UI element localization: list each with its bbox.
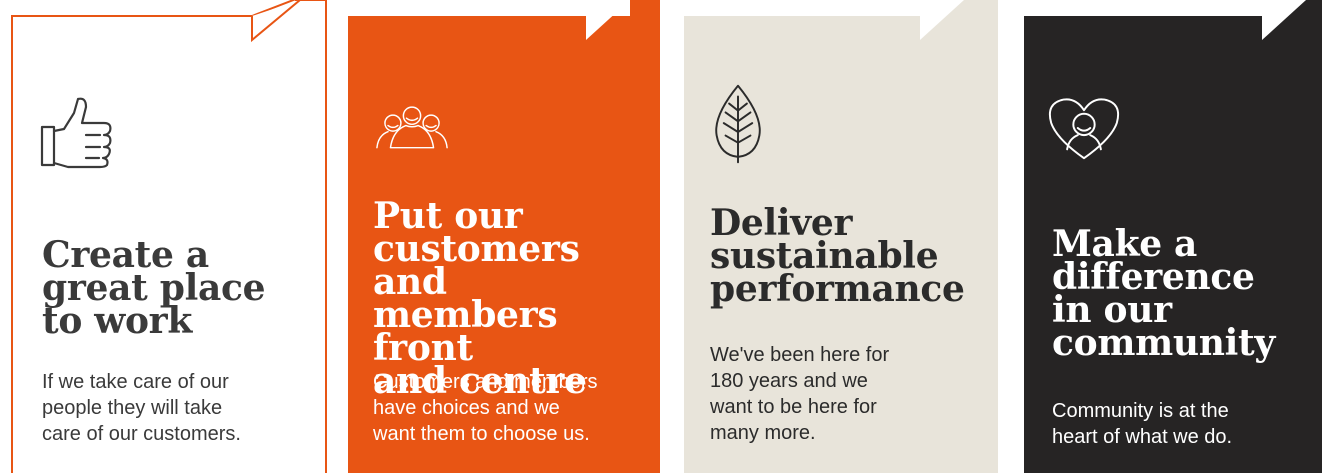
leaf-icon [698, 84, 778, 164]
card-body: If we take care of our people they will … [42, 371, 241, 445]
card-customers-front-and-centre: Put our customers and members front and … [348, 0, 660, 473]
card-sustainable-performance: Deliver sustainable performance We've be… [684, 0, 998, 473]
card-title: Make a difference in our community [1052, 223, 1275, 364]
card-community: Make a difference in our community Commu… [1024, 0, 1322, 473]
card-body: Community is at the heart of what we do. [1052, 400, 1233, 448]
group-of-people-icon [372, 88, 452, 168]
card-great-place-to-work: Create a great place to work If we take … [0, 0, 330, 473]
thumbs-up-icon [38, 93, 118, 173]
card-body: We've been here for 180 years and we wan… [710, 344, 890, 444]
card-body: Customers and members have choices and w… [373, 371, 598, 445]
card-title: Deliver sustainable performance [710, 202, 965, 310]
heart-person-icon [1044, 88, 1124, 168]
value-cards: Create a great place to work If we take … [0, 0, 1322, 473]
card-title: Create a great place to work [42, 234, 266, 342]
